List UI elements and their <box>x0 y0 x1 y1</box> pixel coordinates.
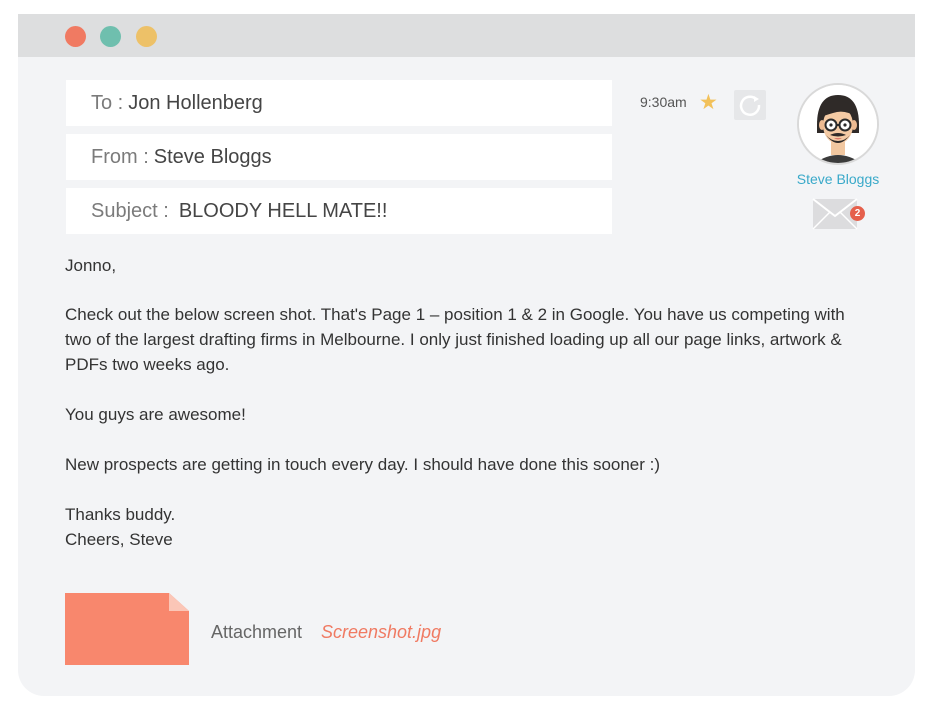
maximize-window-button[interactable] <box>136 26 157 47</box>
subject-label: Subject : <box>91 199 169 222</box>
unread-count-badge: 2 <box>850 206 865 221</box>
to-label: To : <box>91 91 124 114</box>
subject-value: BLOODY HELL MATE!! <box>178 199 388 222</box>
email-time: 9:30am <box>640 94 687 110</box>
sender-avatar[interactable] <box>797 83 879 165</box>
email-signoff-2: Cheers, Steve <box>65 530 173 549</box>
email-signoff-1: Thanks buddy. <box>65 505 176 524</box>
sender-name[interactable]: Steve Bloggs <box>782 171 894 187</box>
attachment-file-icon[interactable] <box>65 593 189 665</box>
refresh-icon[interactable] <box>734 90 766 120</box>
email-greeting: Jonno, <box>65 256 117 275</box>
email-window: To : Jon Hollenberg From : Steve Bloggs … <box>18 14 915 696</box>
to-field[interactable]: To : Jon Hollenberg <box>66 80 612 126</box>
from-field[interactable]: From : Steve Bloggs <box>66 134 612 180</box>
from-label: From : <box>91 145 149 168</box>
to-value: Jon Hollenberg <box>128 91 263 114</box>
email-paragraph-1: Check out the below screen shot. That's … <box>65 305 845 374</box>
star-icon[interactable]: ★ <box>699 92 718 113</box>
title-bar <box>18 14 915 57</box>
from-value: Steve Bloggs <box>153 145 272 168</box>
attachment-label: Attachment <box>211 622 303 642</box>
email-paragraph-3: New prospects are getting in touch every… <box>65 455 661 474</box>
close-window-button[interactable] <box>65 26 86 47</box>
attachment-filename-link[interactable]: Screenshot.jpg <box>321 622 441 643</box>
email-paragraph-2: You guys are awesome! <box>65 405 246 424</box>
minimize-window-button[interactable] <box>100 26 121 47</box>
subject-field[interactable]: Subject : BLOODY HELL MATE!! <box>66 188 612 234</box>
